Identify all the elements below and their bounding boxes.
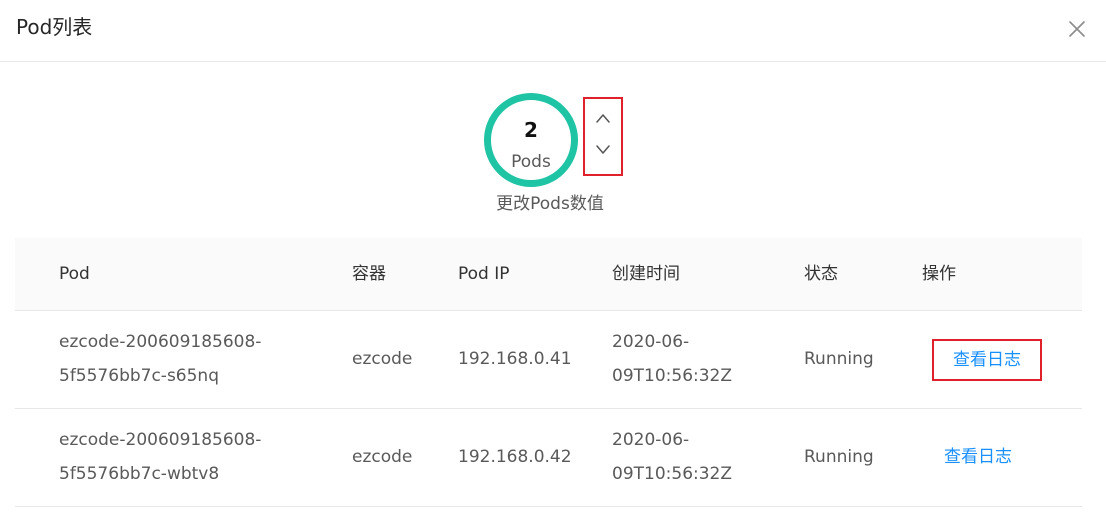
created-time-line: 2020-06- — [612, 430, 690, 450]
pod-name-line: 5f5576bb7c-s65nq — [59, 366, 219, 386]
column-header-pod-ip: Pod IP — [458, 264, 510, 284]
close-button[interactable] — [1062, 14, 1092, 44]
status-cell: Running — [804, 349, 874, 369]
created-time-line: 09T10:56:32Z — [612, 366, 733, 386]
status-cell: Running — [804, 447, 874, 467]
column-header-actions: 操作 — [922, 264, 956, 284]
column-header-created-time: 创建时间 — [612, 264, 680, 284]
column-header-pod: Pod — [59, 264, 90, 284]
table-header: Pod 容器 Pod IP 创建时间 状态 操作 — [15, 238, 1082, 311]
created-time-cell: 2020-06- 09T10:56:32Z — [612, 325, 732, 393]
table-row: ezcode-200609185608- 5f5576bb7c-wbtv8 ez… — [15, 409, 1082, 507]
column-header-status: 状态 — [804, 264, 838, 284]
container-cell: ezcode — [352, 447, 413, 467]
pods-count-stepper — [583, 97, 623, 176]
pod-ip-cell: 192.168.0.41 — [458, 349, 572, 369]
dialog-title: Pod列表 — [16, 15, 93, 39]
column-header-container: 容器 — [352, 264, 386, 284]
view-logs-link[interactable]: 查看日志 — [944, 440, 1012, 474]
close-icon — [1069, 21, 1085, 37]
pods-change-hint: 更改Pods数值 — [496, 194, 604, 214]
created-time-line: 2020-06- — [612, 332, 690, 352]
chevron-down-icon — [596, 145, 610, 154]
decrease-pods-button[interactable] — [585, 139, 621, 175]
created-time-line: 09T10:56:32Z — [612, 464, 733, 484]
view-logs-link[interactable]: 查看日志 — [932, 339, 1042, 381]
pods-count-ring: 2 Pods — [484, 93, 578, 187]
pod-name-line: ezcode-200609185608- — [59, 332, 262, 352]
pod-ip-cell: 192.168.0.42 — [458, 447, 572, 467]
pod-name-cell: ezcode-200609185608- 5f5576bb7c-wbtv8 — [59, 423, 261, 491]
pod-list-dialog: Pod列表 2 Pods 更改Pods数值 Pod 容器 Pod IP 创建时间 — [0, 0, 1106, 526]
pod-name-line: 5f5576bb7c-wbtv8 — [59, 464, 220, 484]
dialog-header: Pod列表 — [0, 0, 1106, 62]
chevron-up-icon — [596, 114, 610, 123]
pod-table: Pod 容器 Pod IP 创建时间 状态 操作 ezcode-20060918… — [15, 238, 1082, 507]
pods-count-value: 2 — [524, 118, 538, 142]
created-time-cell: 2020-06- 09T10:56:32Z — [612, 423, 732, 491]
table-row: ezcode-200609185608- 5f5576bb7c-s65nq ez… — [15, 311, 1082, 409]
pods-count-label: Pods — [511, 152, 551, 172]
container-cell: ezcode — [352, 349, 413, 369]
pod-name-line: ezcode-200609185608- — [59, 430, 262, 450]
pod-name-cell: ezcode-200609185608- 5f5576bb7c-s65nq — [59, 325, 261, 393]
